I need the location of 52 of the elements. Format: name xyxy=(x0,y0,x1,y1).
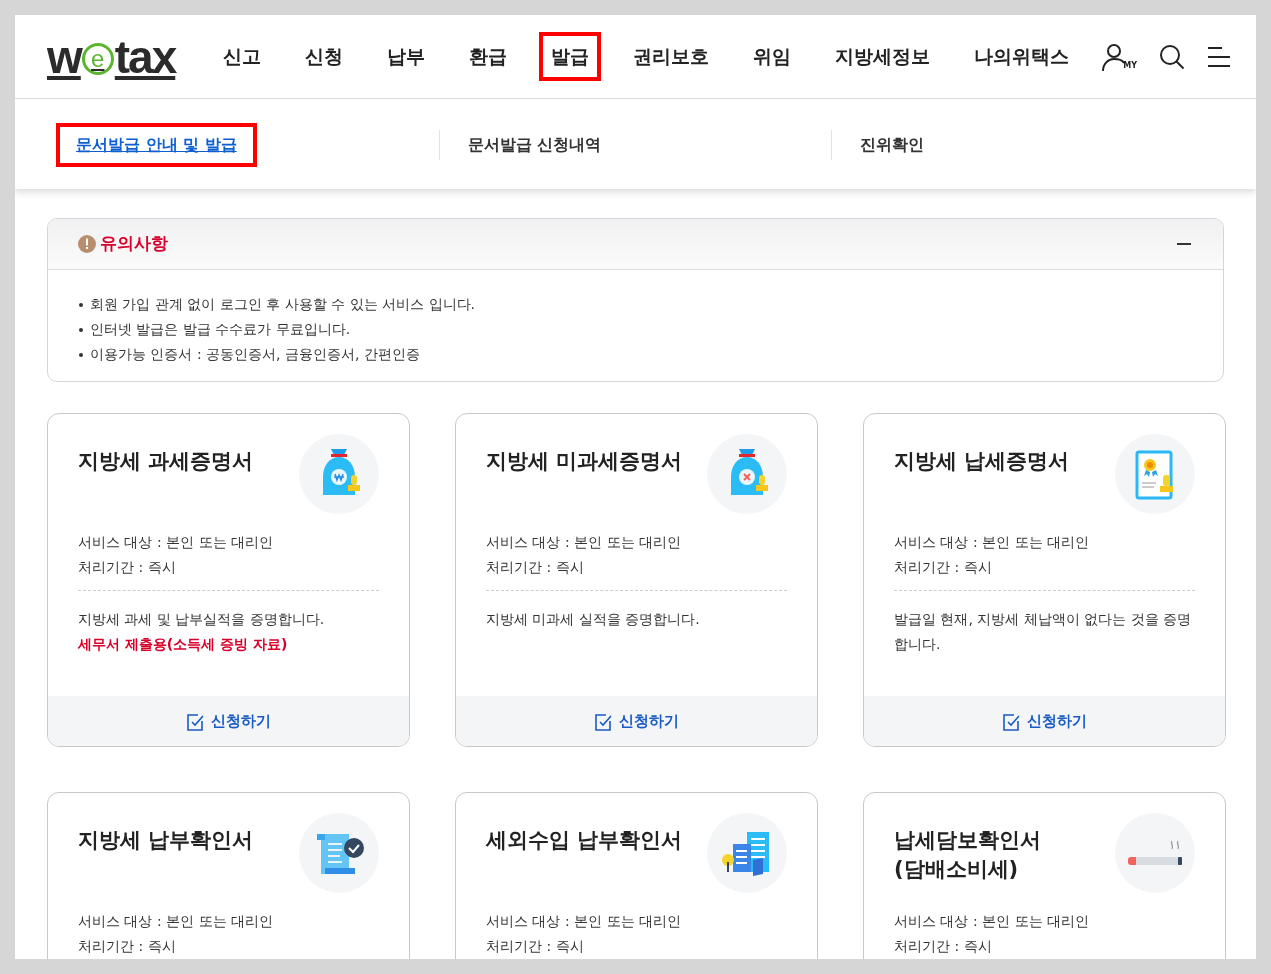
nav-link[interactable]: 납부 xyxy=(375,32,438,81)
nav-link[interactable]: 위임 xyxy=(741,32,804,81)
card-description: 지방세 과세 및 납부실적을 증명합니다. xyxy=(78,610,326,629)
nav-link[interactable]: 발급 xyxy=(539,32,602,81)
card-title: 세외수입 납부확인서 xyxy=(486,827,683,854)
card-note: 세무서 제출용(소득세 증빙 자료) xyxy=(78,635,289,654)
apply-link[interactable]: 신청하기 xyxy=(186,709,271,733)
nav-link[interactable]: 신청 xyxy=(293,32,356,81)
menu-icon[interactable] xyxy=(1207,45,1232,68)
apply-link[interactable]: 신청하기 xyxy=(1002,709,1087,733)
warning-icon xyxy=(78,235,96,253)
service-info: 처리기간 : 즉시 xyxy=(894,558,993,577)
card-description: 발급일 현재, 지방세 체납액이 없다는 것을 증명합니다. xyxy=(894,610,1193,654)
nav-link[interactable]: 지방세정보 xyxy=(823,32,943,81)
service-info: 처리기간 : 즉시 xyxy=(78,558,177,577)
card-description: 지방세 미과세 실적을 증명합니다. xyxy=(486,610,701,629)
card-title: 지방세 납세증명서 xyxy=(894,448,1070,475)
nav-link[interactable]: 신고 xyxy=(211,32,274,81)
service-info: 처리기간 : 즉시 xyxy=(486,558,585,577)
search-icon[interactable] xyxy=(1159,43,1186,70)
submenu-link[interactable]: 문서발급 신청내역 xyxy=(447,122,622,167)
card-title: 납세담보확인서 (담배소비세) xyxy=(894,827,1041,883)
service-info: 서비스 대상 : 본인 또는 대리인 xyxy=(894,533,1090,552)
cigarette-icon xyxy=(1127,840,1183,866)
edit-icon xyxy=(1002,711,1021,731)
card-title: 지방세 과세증명서 xyxy=(78,448,254,475)
card-title: 지방세 미과세증명서 xyxy=(486,448,683,475)
submenu-link[interactable]: 진위확인 xyxy=(840,122,945,167)
notice-item: 회원 가입 관계 없이 로그인 후 사용할 수 있는 서비스 입니다. xyxy=(78,292,1193,317)
service-info: 서비스 대상 : 본인 또는 대리인 xyxy=(78,912,274,931)
service-info: 처리기간 : 즉시 xyxy=(894,937,993,956)
edit-icon xyxy=(594,711,613,731)
my-page-button[interactable]: MY xyxy=(1101,41,1138,72)
card-title: 지방세 납부확인서 xyxy=(78,827,254,854)
logo[interactable]: w e tax xyxy=(47,33,176,80)
notice-item: 이용가능 인증서 : 공동인증서, 금융인증서, 간편인증 xyxy=(78,342,1193,367)
apply-link[interactable]: 신청하기 xyxy=(594,709,679,733)
minus-icon xyxy=(1177,243,1191,245)
service-info: 서비스 대상 : 본인 또는 대리인 xyxy=(894,912,1090,931)
nav-link[interactable]: 나의위택스 xyxy=(962,32,1082,81)
service-info: 처리기간 : 즉시 xyxy=(486,937,585,956)
user-icon xyxy=(1101,41,1126,72)
service-info: 서비스 대상 : 본인 또는 대리인 xyxy=(486,533,682,552)
nav-link[interactable]: 권리보호 xyxy=(621,32,722,81)
service-info: 서비스 대상 : 본인 또는 대리인 xyxy=(78,533,274,552)
notice-item: 인터넷 발급은 발급 수수료가 무료입니다. xyxy=(78,317,1193,342)
edit-icon xyxy=(186,711,205,731)
submenu-link[interactable]: 문서발급 안내 및 발급 xyxy=(56,122,257,167)
notice-title: 유의사항 xyxy=(100,232,168,256)
service-info: 처리기간 : 즉시 xyxy=(78,937,177,956)
service-info: 서비스 대상 : 본인 또는 대리인 xyxy=(486,912,682,931)
nav-link[interactable]: 환급 xyxy=(457,32,520,81)
